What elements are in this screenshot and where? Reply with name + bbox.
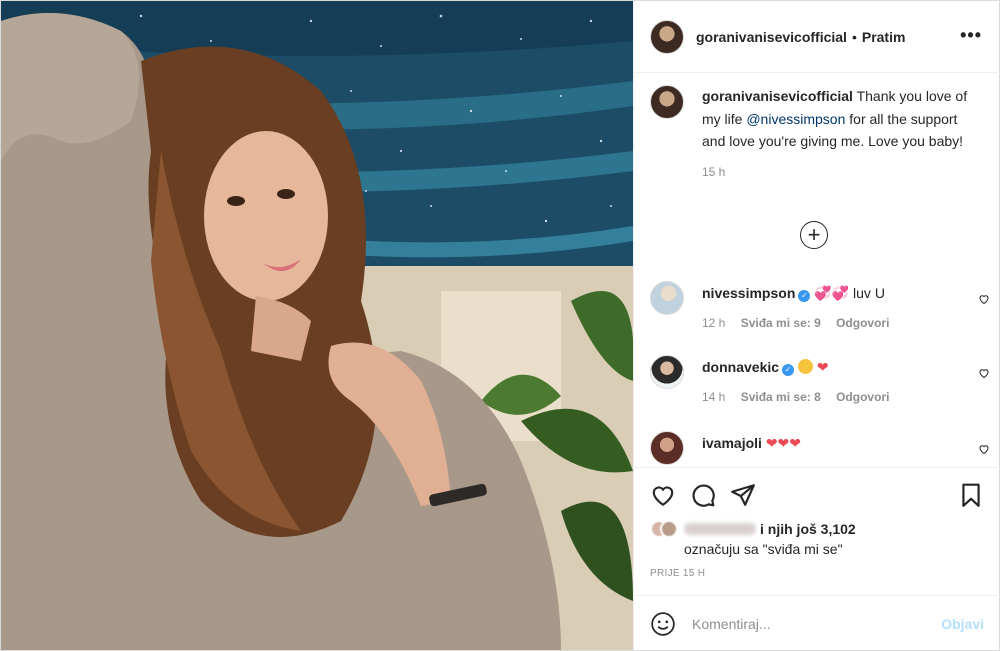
caption-mention-link[interactable]: @nivessimpson (746, 111, 845, 127)
post-photo[interactable] (1, 1, 633, 650)
comment-likes[interactable]: Sviđa mi se: 8 (741, 390, 821, 404)
emoji-icon[interactable] (650, 611, 676, 637)
post-actions: i njih još 3,102 označuju sa "sviđa mi s… (634, 467, 1000, 650)
heart-icon[interactable] (978, 293, 990, 305)
header-separator: • (851, 28, 857, 45)
comment-icon[interactable] (690, 482, 716, 508)
more-icon[interactable]: ••• (960, 26, 982, 44)
comment-time[interactable]: 14 h (702, 390, 725, 404)
likes-caption: označuju sa "sviđa mi se" (684, 541, 843, 557)
comment-avatar[interactable] (650, 431, 684, 465)
comment-likes[interactable]: Sviđa mi se: 9 (741, 316, 821, 330)
post-comment-button[interactable]: Objavi (941, 616, 984, 632)
comment-username[interactable]: nivessimpson (702, 285, 795, 301)
posted-time[interactable]: PRIJE 15 H (650, 568, 705, 579)
liker-avatar (660, 520, 678, 538)
sparkling-heart-icon: 💞💞 (814, 285, 850, 301)
heart-eyes-emoji-icon (797, 359, 813, 374)
plus-circle-icon[interactable]: + (800, 221, 828, 249)
heart-icon[interactable] (650, 482, 676, 508)
heart-icon[interactable] (978, 443, 990, 455)
comment-time[interactable]: 12 h (702, 316, 725, 330)
follow-status-button[interactable]: Pratim (862, 29, 906, 45)
caption-username[interactable]: goranivanisevicofficial (702, 88, 853, 104)
photo-illustration (1, 1, 633, 650)
verified-badge-icon: ✓ (798, 290, 811, 302)
add-comment-bar: Komentiraj... Objavi (634, 595, 1000, 651)
post-caption: goranivanisevicofficial Thank you love o… (650, 85, 990, 183)
instagram-post: goranivanisevicofficial • Pratim ••• gor… (0, 0, 1000, 651)
comment-item: donnavekic ✓ ❤ 14 h Sviđa mi se: 8 Odgovo… (650, 355, 990, 404)
likes-count[interactable]: i njih još 3,102 (760, 521, 856, 537)
reply-button[interactable]: Odgovori (836, 390, 889, 404)
post-panel: goranivanisevicofficial • Pratim ••• gor… (633, 1, 1000, 650)
reply-button[interactable]: Odgovori (836, 316, 889, 330)
heart-icon[interactable] (978, 367, 990, 379)
comment-avatar[interactable] (650, 355, 684, 389)
comment-input[interactable]: Komentiraj... (692, 616, 941, 632)
comment-item: nivessimpson ✓ 💞💞 luv U 12 h Sviđa mi se:… (650, 281, 990, 330)
comment-text: luv U (849, 285, 885, 301)
bookmark-icon[interactable] (958, 482, 984, 508)
caption-time[interactable]: 15 h (702, 161, 982, 184)
red-heart-icon: ❤❤❤ (765, 435, 802, 451)
author-avatar[interactable] (650, 19, 684, 54)
comment-username[interactable]: ivamajoli (702, 435, 762, 451)
share-icon[interactable] (730, 482, 756, 508)
red-heart-icon: ❤ (816, 359, 829, 375)
comment-username[interactable]: donnavekic (702, 359, 779, 375)
likers-row[interactable]: i njih još 3,102 (650, 520, 856, 538)
comment-avatar[interactable] (650, 281, 684, 315)
blurred-liker-name (684, 523, 756, 535)
comment-item: ivamajoli ❤❤❤ (650, 431, 990, 465)
verified-badge-icon: ✓ (782, 364, 795, 376)
load-more-label: + (807, 222, 821, 247)
post-header: goranivanisevicofficial • Pratim ••• (634, 1, 1000, 73)
author-username[interactable]: goranivanisevicofficial (696, 29, 847, 45)
caption-avatar[interactable] (650, 85, 684, 119)
